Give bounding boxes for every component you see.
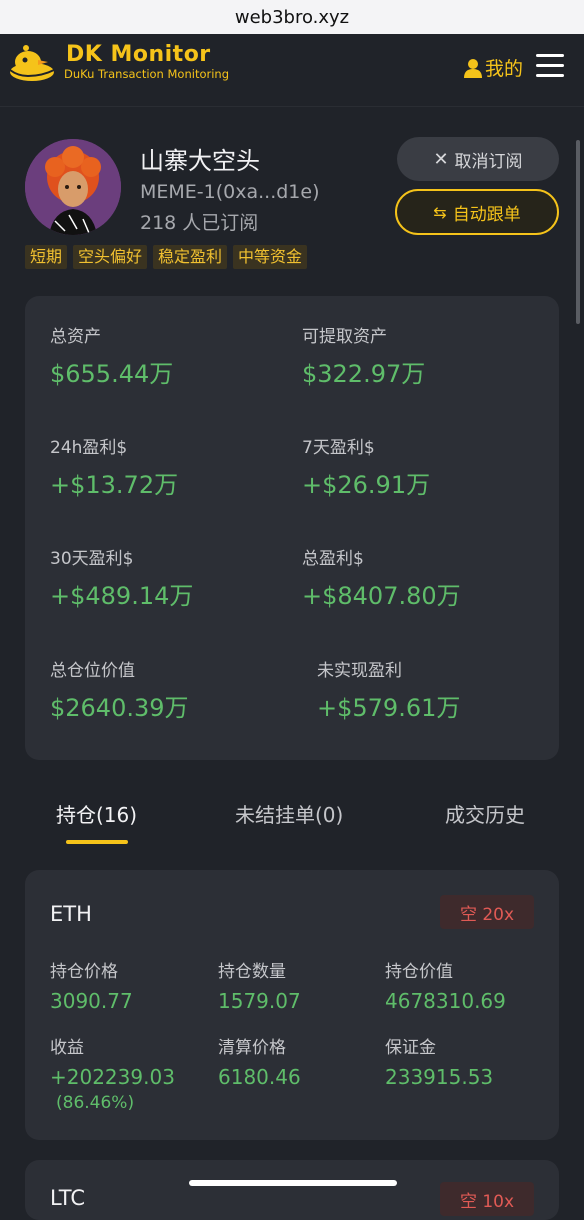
- stat-total-position-value: 总仓位价值 $2640.39万: [50, 656, 189, 723]
- position-symbol: LTC: [50, 1186, 86, 1210]
- scrollbar[interactable]: [576, 140, 580, 324]
- stat-label: 未实现盈利: [317, 661, 402, 681]
- tag: 稳定盈利: [153, 245, 228, 269]
- swap-icon: ⇆: [433, 202, 447, 222]
- tab-positions[interactable]: 持仓(16): [56, 799, 137, 828]
- unsubscribe-button[interactable]: ✕ 取消订阅: [397, 137, 559, 181]
- position-symbol: ETH: [50, 902, 92, 926]
- stat-label: 30天盈利$: [50, 549, 134, 569]
- stats-card: 总资产 $655.44万 可提取资产 $322.97万 24h盈利$ +$13.…: [25, 296, 559, 760]
- position-margin: 保证金 233915.53: [385, 1033, 493, 1089]
- close-icon: ✕: [433, 148, 449, 170]
- stat-30d-profit: 30天盈利$ +$489.14万: [50, 544, 193, 611]
- stat-label: 24h盈利$: [50, 438, 128, 458]
- stat-value: $322.97万: [302, 360, 426, 388]
- stat-7d-profit: 7天盈利$ +$26.91万: [302, 433, 430, 500]
- field-label: 清算价格: [218, 1038, 286, 1058]
- field-label: 收益: [50, 1038, 84, 1058]
- stat-total-profit: 总盈利$ +$8407.80万: [302, 544, 461, 611]
- tag: 中等资金: [233, 245, 308, 269]
- stat-value: +$489.14万: [50, 582, 194, 610]
- my-account-link[interactable]: 我的: [464, 54, 523, 81]
- stat-label: 7天盈利$: [302, 438, 375, 458]
- position-liquidation-price: 清算价格 6180.46: [218, 1033, 301, 1089]
- stat-value: +$13.72万: [50, 471, 179, 499]
- app-header: DK Monitor DuKu Transaction Monitoring 我…: [0, 34, 584, 107]
- position-tabs: 持仓(16) 未结挂单(0) 成交历史: [0, 795, 584, 855]
- trader-address: MEME-1(0xa...d1e): [140, 181, 320, 203]
- stat-label: 总盈利$: [302, 549, 364, 569]
- brand-title: DK Monitor: [66, 42, 211, 67]
- stat-value: +$579.61万: [317, 694, 461, 722]
- position-side-badge: 空 10x: [440, 1182, 534, 1216]
- subscriber-count: 218 人已订阅: [140, 212, 259, 234]
- field-value: 6180.46: [218, 1065, 301, 1089]
- field-value: 233915.53: [385, 1065, 494, 1089]
- tab-open-orders[interactable]: 未结挂单(0): [235, 799, 343, 828]
- trader-tags: 短期 空头偏好 稳定盈利 中等资金: [25, 245, 308, 269]
- position-side-badge: 空 20x: [440, 895, 534, 929]
- stat-value: +$8407.80万: [302, 582, 461, 610]
- active-tab-indicator: [66, 840, 128, 844]
- position-card[interactable]: LTC 空 10x: [25, 1160, 559, 1220]
- position-quantity: 持仓数量 1579.07: [218, 957, 301, 1013]
- stat-24h-profit: 24h盈利$ +$13.72万: [50, 433, 178, 500]
- field-label: 持仓价值: [385, 962, 453, 982]
- position-card[interactable]: ETH 空 20x 持仓价格 3090.77 持仓数量 1579.07 持仓价值…: [25, 870, 559, 1140]
- brand-subtitle: DuKu Transaction Monitoring: [64, 67, 229, 81]
- position-value: 持仓价值 4678310.69: [385, 957, 506, 1013]
- stat-value: $655.44万: [50, 360, 174, 388]
- position-entry-price: 持仓价格 3090.77: [50, 957, 133, 1013]
- stat-withdrawable: 可提取资产 $322.97万: [302, 322, 425, 389]
- tag: 短期: [25, 245, 68, 269]
- stat-unrealized-profit: 未实现盈利 +$579.61万: [317, 656, 460, 723]
- field-value: 3090.77: [50, 989, 133, 1013]
- url-text: web3bro.xyz: [234, 6, 350, 28]
- home-indicator[interactable]: [189, 1180, 397, 1186]
- hamburger-menu-icon[interactable]: [536, 54, 564, 80]
- tab-trade-history[interactable]: 成交历史: [445, 799, 525, 828]
- user-icon: [464, 58, 482, 78]
- stat-value: +$26.91万: [302, 471, 431, 499]
- browser-url-bar[interactable]: web3bro.xyz: [0, 0, 584, 34]
- field-value: 1579.07: [218, 989, 301, 1013]
- position-pnl: 收益 +202239.03 (86.46%): [50, 1033, 175, 1113]
- auto-follow-button[interactable]: ⇆ 自动跟单: [395, 189, 559, 235]
- dk-duck-logo-icon[interactable]: [8, 42, 60, 82]
- trader-name: 山寨大空头: [140, 147, 260, 175]
- field-subvalue: (86.46%): [56, 1093, 135, 1113]
- field-value: 4678310.69: [385, 989, 506, 1013]
- unsubscribe-label: 取消订阅: [454, 151, 523, 172]
- stat-label: 总仓位价值: [50, 661, 135, 681]
- auto-follow-label: 自动跟单: [452, 204, 521, 225]
- stat-label: 总资产: [50, 327, 101, 347]
- stat-value: $2640.39万: [50, 694, 189, 722]
- my-account-label: 我的: [485, 58, 524, 80]
- tag: 空头偏好: [73, 245, 148, 269]
- field-label: 保证金: [385, 1038, 436, 1058]
- stat-total-assets: 总资产 $655.44万: [50, 322, 173, 389]
- avatar: [25, 139, 121, 235]
- field-value: +202239.03: [50, 1065, 175, 1089]
- stat-label: 可提取资产: [302, 327, 387, 347]
- field-label: 持仓数量: [218, 962, 286, 982]
- field-label: 持仓价格: [50, 962, 118, 982]
